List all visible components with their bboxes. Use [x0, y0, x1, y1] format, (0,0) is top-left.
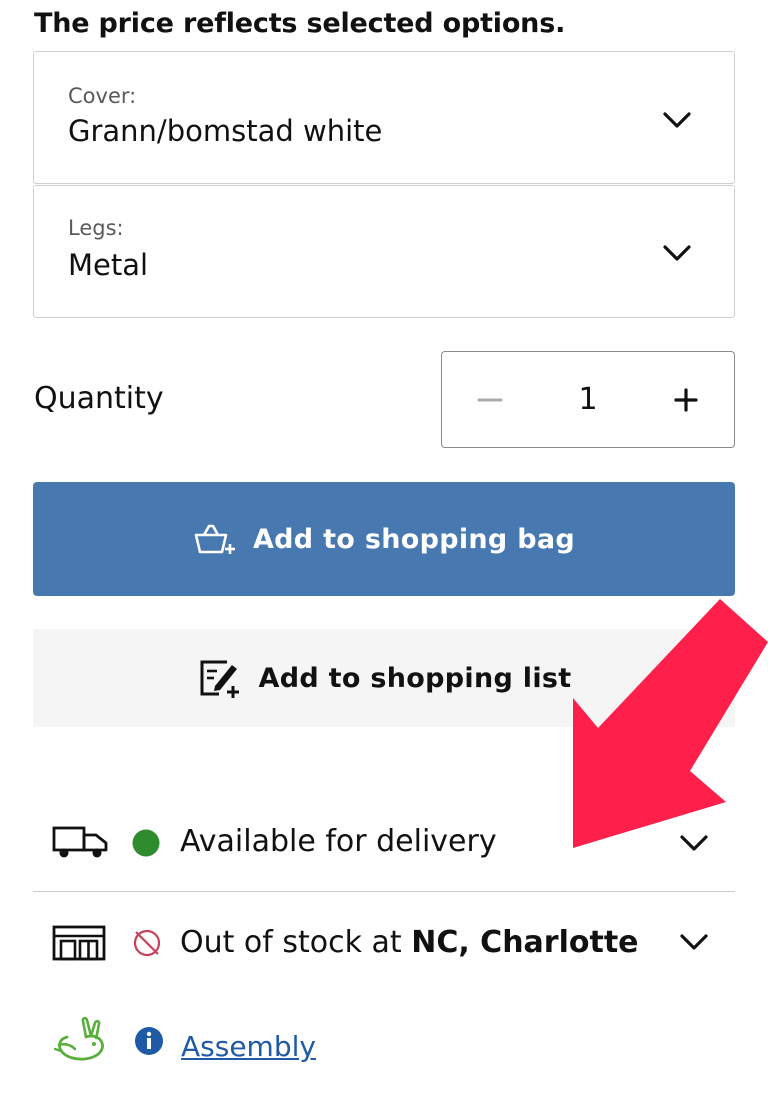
cover-select[interactable]: Cover: Grann/bomstad white	[33, 51, 735, 184]
quantity-stepper: 1	[441, 351, 735, 448]
truck-icon	[52, 826, 108, 858]
assembly-row: Assembly	[33, 1010, 735, 1090]
chevron-down-icon	[680, 835, 708, 851]
shopping-bag-add-icon	[194, 524, 235, 554]
cover-label: Cover:	[68, 84, 137, 108]
chevron-down-icon	[680, 934, 708, 950]
legs-value: Metal	[68, 248, 149, 282]
add-to-list-button[interactable]: Add to shopping list	[33, 629, 735, 727]
store-availability-row[interactable]: Out of stock at NC, Charlotte	[33, 893, 735, 993]
minus-icon[interactable]	[464, 374, 516, 426]
delivery-status-text: Available for delivery	[180, 824, 497, 859]
cover-value: Grann/bomstad white	[68, 114, 383, 148]
taskrabbit-logo-icon	[53, 1016, 104, 1061]
chevron-down-icon	[663, 112, 691, 128]
store-status-text: Out of stock at NC, Charlotte	[180, 925, 639, 960]
info-icon[interactable]	[133, 1025, 165, 1057]
store-status-prefix: Out of stock at	[180, 925, 412, 960]
plus-icon[interactable]	[660, 374, 712, 426]
delivery-availability-row[interactable]: Available for delivery	[33, 792, 735, 892]
shopping-list-add-icon	[200, 660, 239, 698]
price-note: The price reflects selected options.	[34, 8, 566, 39]
store-icon	[52, 925, 106, 961]
legs-label: Legs:	[68, 216, 124, 240]
available-status-dot	[132, 829, 160, 857]
out-of-stock-icon	[133, 929, 161, 957]
legs-select[interactable]: Legs: Metal	[33, 185, 735, 318]
assembly-link[interactable]: Assembly	[181, 1030, 316, 1063]
add-to-bag-label: Add to shopping bag	[252, 523, 576, 555]
chevron-down-icon	[663, 245, 691, 261]
quantity-label: Quantity	[34, 381, 164, 416]
add-to-bag-button[interactable]: Add to shopping bag	[33, 482, 735, 596]
store-name: NC, Charlotte	[411, 925, 639, 960]
quantity-value[interactable]: 1	[552, 382, 624, 417]
add-to-list-label: Add to shopping list	[258, 662, 572, 694]
